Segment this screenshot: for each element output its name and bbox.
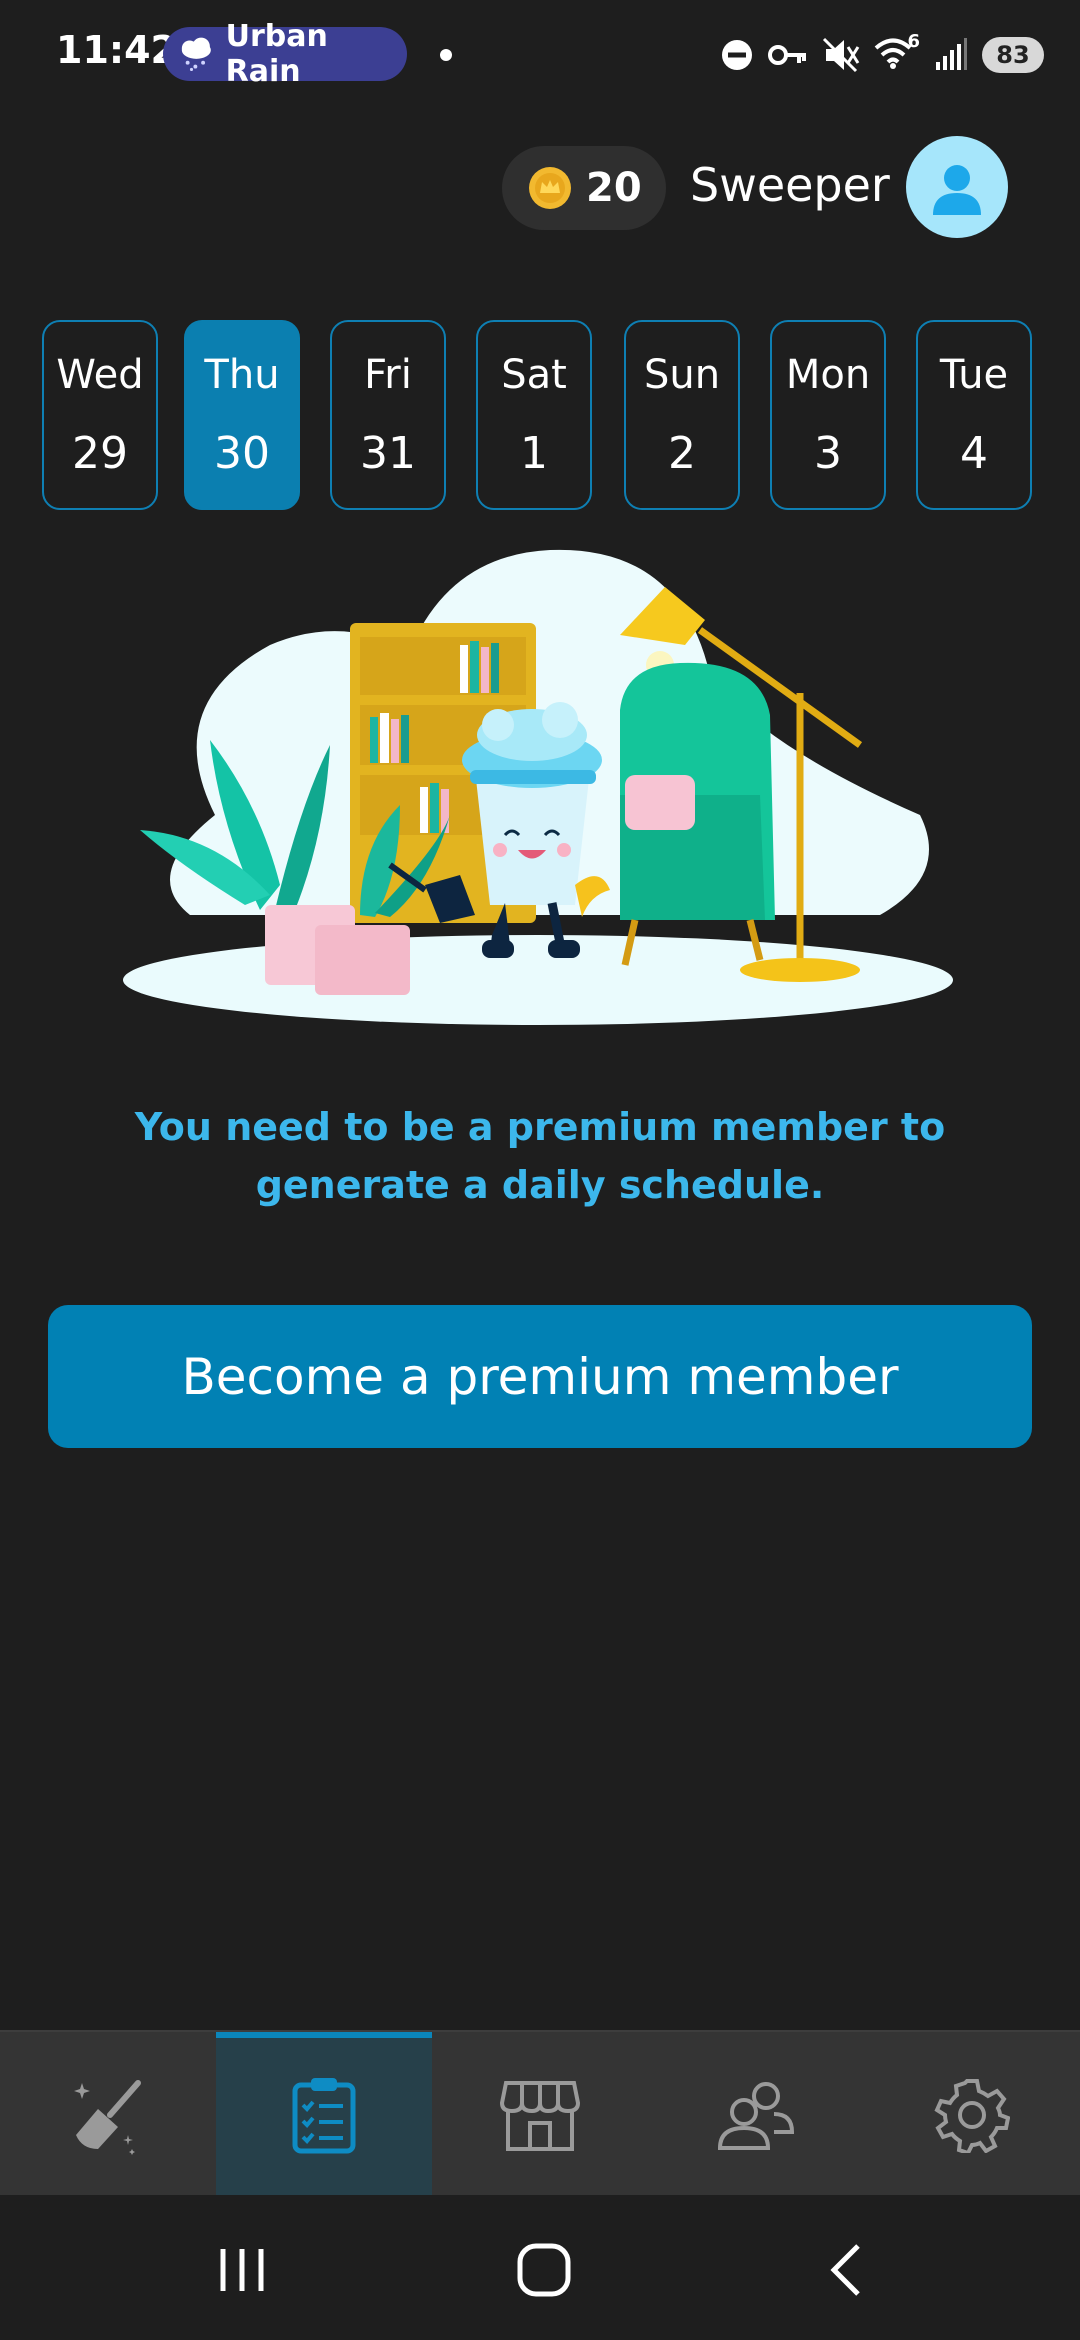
day-number: 1 <box>520 428 548 479</box>
wifi-indicator: 6 <box>874 31 920 73</box>
user-icon <box>933 165 981 215</box>
avatar[interactable] <box>906 136 1008 238</box>
day-number: 2 <box>668 428 696 479</box>
nav-item-schedule[interactable] <box>216 2032 432 2197</box>
wifi-superscript: 6 <box>907 31 920 52</box>
status-bar: 11:42 Urban Rain 6 83 <box>0 0 1080 110</box>
wifi-icon <box>874 38 912 69</box>
day-name: Wed <box>56 352 144 398</box>
day-name: Sun <box>643 352 721 398</box>
day-name: Sat <box>501 352 567 398</box>
day-item-sun[interactable]: Sun 2 <box>624 320 740 510</box>
do-not-disturb-icon <box>722 40 752 70</box>
day-selector: Wed 29 Thu 30 Fri 31 Sat 1 Sun 2 Mon 3 T… <box>42 320 1038 514</box>
day-number: 4 <box>960 428 988 479</box>
store-icon <box>500 2080 580 2151</box>
nav-item-store[interactable] <box>432 2032 648 2197</box>
day-item-sat[interactable]: Sat 1 <box>476 320 592 510</box>
day-name: Fri <box>364 352 412 398</box>
day-number: 30 <box>214 428 270 479</box>
broom-icon <box>74 2079 141 2155</box>
back-button[interactable] <box>806 2235 886 2305</box>
day-item-fri[interactable]: Fri 31 <box>330 320 446 510</box>
battery-indicator: 83 <box>982 37 1044 73</box>
day-number: 31 <box>360 428 416 479</box>
back-icon <box>830 2244 860 2296</box>
home-icon <box>517 2243 571 2297</box>
rain-cloud-icon <box>181 37 211 72</box>
day-item-mon[interactable]: Mon 3 <box>770 320 886 510</box>
day-number: 3 <box>814 428 842 479</box>
day-name: Tue <box>939 352 1009 398</box>
living-room-illustration <box>123 549 953 1025</box>
nav-item-settings[interactable] <box>864 2032 1080 2197</box>
notification-dot <box>440 49 452 61</box>
mute-icon <box>822 37 860 73</box>
status-time: 11:42 <box>56 28 177 72</box>
vpn-key-icon <box>768 45 806 65</box>
day-name: Thu <box>204 352 280 398</box>
day-number: 29 <box>72 428 128 479</box>
coin-count: 20 <box>586 165 642 211</box>
home-button[interactable] <box>504 2235 584 2305</box>
coin-balance[interactable]: 20 <box>502 146 666 230</box>
bottom-nav <box>0 2030 1080 2197</box>
recent-apps-button[interactable] <box>202 2235 282 2305</box>
clipboard-checklist-icon <box>292 2077 356 2153</box>
coin-icon <box>529 167 571 209</box>
nav-item-community[interactable] <box>648 2032 864 2197</box>
people-icon <box>717 2081 795 2150</box>
recent-apps-icon <box>220 2249 264 2291</box>
signal-icon <box>936 38 967 70</box>
day-item-wed[interactable]: Wed 29 <box>42 320 158 510</box>
username: Sweeper <box>690 158 890 212</box>
weather-label: Urban Rain <box>225 19 328 89</box>
status-icons: 6 83 <box>720 30 1044 80</box>
nav-item-cleaning[interactable] <box>0 2032 216 2197</box>
gear-icon <box>934 2078 1010 2153</box>
day-name: Mon <box>785 352 871 398</box>
day-item-tue[interactable]: Tue 4 <box>916 320 1032 510</box>
system-nav-bar <box>0 2195 1080 2340</box>
screen: 11:42 Urban Rain 6 83 20 Sweeper Wed 29 … <box>0 0 1080 2340</box>
become-premium-button[interactable]: Become a premium member <box>48 1305 1032 1448</box>
premium-required-message: You need to be a premium member to gener… <box>134 1105 946 1207</box>
day-item-thu[interactable]: Thu 30 <box>184 320 300 510</box>
weather-pill[interactable]: Urban Rain <box>163 19 407 89</box>
